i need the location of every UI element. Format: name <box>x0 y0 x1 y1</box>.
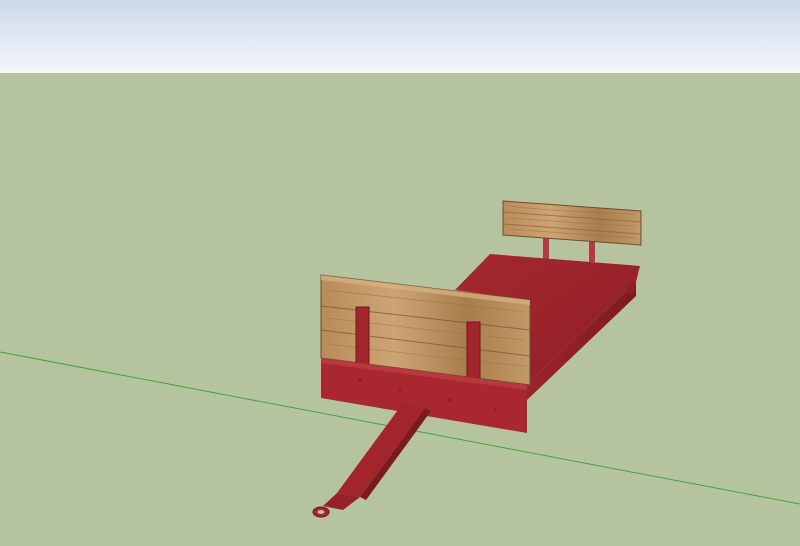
sky-background <box>0 0 800 73</box>
scene-canvas[interactable] <box>0 0 800 546</box>
hitch-ring[interactable] <box>312 506 330 518</box>
3d-viewport[interactable] <box>0 0 800 546</box>
deck-bracket <box>627 282 635 294</box>
